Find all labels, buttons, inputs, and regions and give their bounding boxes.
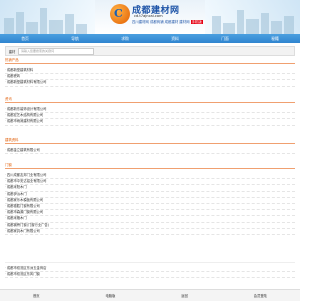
section-hot-products: 热销产品 成都新型建筑材料 成都瓷砖 成都新型建筑材料有限公司 <box>5 58 295 87</box>
list-item[interactable]: 成都家具木门有限公司 <box>5 229 295 235</box>
list-item[interactable]: 成都市双流区东风门窗 <box>5 272 295 279</box>
nav-item-home[interactable]: 首页 <box>21 36 29 42</box>
skyline-building <box>261 13 269 34</box>
skyline-building <box>271 21 282 34</box>
footer-back-link[interactable]: 返回 <box>181 293 188 298</box>
skyline-building <box>16 12 24 34</box>
mobile-badge: 手机版 <box>190 20 203 24</box>
skyline-building <box>223 23 235 34</box>
skyline-building <box>65 14 74 34</box>
site-url: cd.t7ajncai.com <box>134 14 163 18</box>
footer-desktop-link[interactable]: 电脑版 <box>105 293 115 298</box>
logo-emblem-icon: C <box>110 4 130 24</box>
section-more: 成都市双流区东洲五金商店 成都市双流区东风门窗 <box>5 266 295 279</box>
nav-item-directory[interactable]: 导航 <box>71 36 79 42</box>
nav-item-storefront[interactable]: 门面 <box>221 36 229 42</box>
skyline-building <box>40 8 47 34</box>
search-input[interactable]: 请输入您要搜索的关键词 <box>18 47 94 55</box>
section-building-info: 建筑资料 成都金立建筑有限公司 <box>5 138 295 155</box>
skyline-building <box>284 16 294 34</box>
skyline-building <box>49 20 63 34</box>
footer-home-link[interactable]: 首页 <box>33 293 40 298</box>
nav-item-tips[interactable]: 秘籍 <box>271 36 279 42</box>
search-category-label[interactable]: 建材 <box>6 49 18 54</box>
skyline-building <box>212 16 221 34</box>
main-nav: 首页 导航 求购 资料 门面 秘籍 <box>0 34 300 43</box>
search-bar: 建材 请输入您要搜索的关键词 <box>5 46 295 56</box>
list-item[interactable]: 成都新型建筑材料有限公司 <box>5 80 295 87</box>
nav-item-info[interactable]: 资料 <box>171 36 179 42</box>
skyline-building <box>26 22 38 34</box>
nav-item-wanted[interactable]: 求购 <box>121 36 129 42</box>
list-item[interactable]: 成都市雨润建材有限公司 <box>5 119 295 126</box>
skyline-building <box>246 19 259 34</box>
skyline-building <box>237 10 244 34</box>
site-logo[interactable]: C 成都建材网 cd.t7ajncai.com 四川建材网 成都商铺 成都建材 … <box>110 2 203 30</box>
list-item[interactable]: 成都金立建筑有限公司 <box>5 148 295 155</box>
skyline-building <box>76 24 87 34</box>
footer-nav: 首页 电脑版 返回 会员登陆 <box>0 289 300 301</box>
skyline-building <box>4 18 14 34</box>
footer-login-link[interactable]: 会员登陆 <box>254 293 267 298</box>
header-banner: C 成都建材网 cd.t7ajncai.com 四川建材网 成都商铺 成都建材 … <box>0 0 300 34</box>
divider <box>5 262 295 263</box>
section-news: 资讯 成都新东装饰设计有限公司 成都宏艺木结构有限公司 成都市雨润建材有限公司 <box>5 97 295 126</box>
section-doors-windows: 门窗 四川成都友邦门业有限公司 成都市中安达铝业有限公司 成都米阳木门 成都伊派… <box>5 163 295 235</box>
site-slogan: 四川建材网 成都商铺 成都建材 建材网 手机版 <box>132 20 203 24</box>
